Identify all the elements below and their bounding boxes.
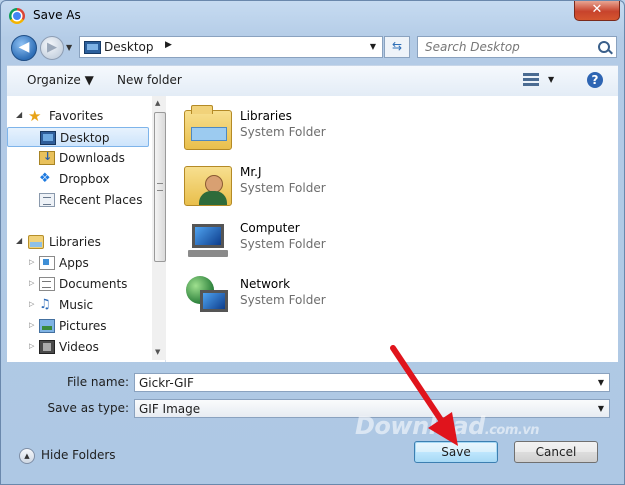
navigation-pane: ◢ ★ Favorites Desktop Downloads ❖ Dropbo… [7,96,168,362]
libraries-icon [28,235,44,249]
change-view-icon[interactable] [523,73,539,87]
sidebar-item-label: Videos [59,340,99,354]
user-folder-icon [184,166,232,206]
expand-arrow-icon[interactable]: ▷ [29,279,34,287]
organize-menu[interactable]: Organize ▼ [27,73,94,87]
scroll-down-icon[interactable]: ▼ [155,348,160,356]
file-name: Mr.J [240,165,262,179]
sidebar-item-label: Desktop [60,131,110,145]
sidebar-item-pictures[interactable]: ▷ Pictures [7,316,149,336]
sidebar-group-label: Favorites [49,109,104,123]
save-as-type-value[interactable]: GIF Image [139,402,200,416]
watermark-suffix: .com.vn [484,423,540,438]
libraries-folder-icon [184,105,232,150]
file-item-network[interactable]: Network System Folder [184,270,404,322]
file-type: System Folder [240,181,326,195]
close-button[interactable]: ✕ [574,1,620,21]
breadcrumb-chevron-icon[interactable]: ▶ [165,40,172,50]
apps-icon [39,256,55,270]
sidebar-item-downloads[interactable]: Downloads [7,148,149,168]
sidebar-item-music[interactable]: ▷ ♫ Music [7,295,149,315]
sidebar-group-label: Libraries [49,235,101,249]
computer-icon [184,220,232,260]
file-name-value[interactable]: Gickr-GIF [139,376,194,390]
expand-arrow-icon[interactable]: ▷ [29,342,34,350]
sidebar-item-label: Documents [59,277,128,291]
address-dropdown-icon[interactable]: ▼ [370,42,376,51]
scrollbar-thumb[interactable] [154,112,166,262]
watermark: Download.com.vn [355,412,540,440]
music-icon: ♫ [39,297,51,312]
help-button[interactable]: ? [587,72,603,88]
sidebar-item-label: Apps [59,256,89,270]
pictures-icon [39,319,55,333]
sidebar-item-label: Music [59,298,94,312]
cancel-button[interactable]: Cancel [514,441,598,463]
window-title: Save As [33,8,81,22]
scroll-up-icon[interactable]: ▲ [155,99,160,107]
desktop-icon [40,131,56,145]
expand-arrow-icon[interactable]: ▷ [29,321,34,329]
expand-arrow-icon[interactable]: ▷ [29,300,34,308]
search-icon[interactable] [598,41,610,53]
collapse-arrow-icon[interactable]: ◢ [16,110,22,119]
refresh-button[interactable]: ⇆ [384,36,410,58]
new-folder-button[interactable]: New folder [117,73,182,87]
sidebar-item-apps[interactable]: ▷ Apps [7,253,149,273]
file-name-field[interactable]: Gickr-GIF ▼ [134,373,610,392]
sidebar-item-label: Recent Places [59,193,143,207]
expand-arrow-icon[interactable]: ▷ [29,258,34,266]
title-bar: Save As ✕ [1,1,624,31]
file-type: System Folder [240,237,326,251]
address-bar[interactable]: Desktop ▶ ▼ [79,36,383,58]
search-input[interactable]: Search Desktop [417,36,617,58]
sidebar-group-libraries[interactable]: ◢ Libraries [7,232,149,252]
file-item-libraries[interactable]: Libraries System Folder [184,102,404,154]
downloads-icon [39,150,55,165]
view-options-dropdown[interactable]: ▼ [548,75,554,84]
sidebar-item-desktop[interactable]: Desktop [7,127,149,147]
forward-button[interactable]: ▶ [40,36,64,60]
sidebar-item-label: Dropbox [59,172,110,186]
save-as-type-dropdown-icon[interactable]: ▼ [598,404,604,413]
save-as-type-label: Save as type: [47,401,129,415]
hide-folders-label[interactable]: Hide Folders [41,448,116,462]
sidebar-group-favorites[interactable]: ◢ ★ Favorites [7,106,149,126]
address-location[interactable]: Desktop [104,40,154,54]
sidebar-item-videos[interactable]: ▷ Videos [7,337,149,357]
sidebar-item-recent-places[interactable]: Recent Places [7,190,149,210]
file-name-dropdown-icon[interactable]: ▼ [598,378,604,387]
sidebar-item-label: Pictures [59,319,107,333]
file-item-computer[interactable]: Computer System Folder [184,214,404,266]
recent-locations-dropdown[interactable]: ▼ [66,43,72,52]
file-name: Libraries [240,109,292,123]
back-button[interactable]: ◀ [11,35,37,61]
watermark-text: Download [355,412,485,440]
sidebar-item-label: Downloads [59,151,125,165]
documents-icon [39,277,55,291]
recent-places-icon [39,193,55,207]
file-name: Computer [240,221,300,235]
command-toolbar: Organize ▼ New folder ▼ ? [7,65,618,97]
file-item-mrj[interactable]: Mr.J System Folder [184,158,404,210]
file-list: Libraries System Folder Mr.J System Fold… [166,96,618,362]
collapse-up-icon[interactable]: ▲ [19,448,35,464]
desktop-location-icon [84,41,101,54]
file-name: Network [240,277,291,291]
sidebar-item-dropbox[interactable]: ❖ Dropbox [7,169,149,189]
collapse-arrow-icon[interactable]: ◢ [16,236,22,245]
file-type: System Folder [240,125,326,139]
file-type: System Folder [240,293,326,307]
dropbox-icon: ❖ [39,171,51,186]
chrome-icon [9,8,25,24]
videos-icon [39,340,55,354]
search-placeholder: Search Desktop [425,40,520,54]
file-name-label: File name: [67,375,129,389]
save-button[interactable]: Save [414,441,498,463]
star-icon: ★ [28,107,42,125]
network-icon [184,276,232,320]
sidebar-item-documents[interactable]: ▷ Documents [7,274,149,294]
